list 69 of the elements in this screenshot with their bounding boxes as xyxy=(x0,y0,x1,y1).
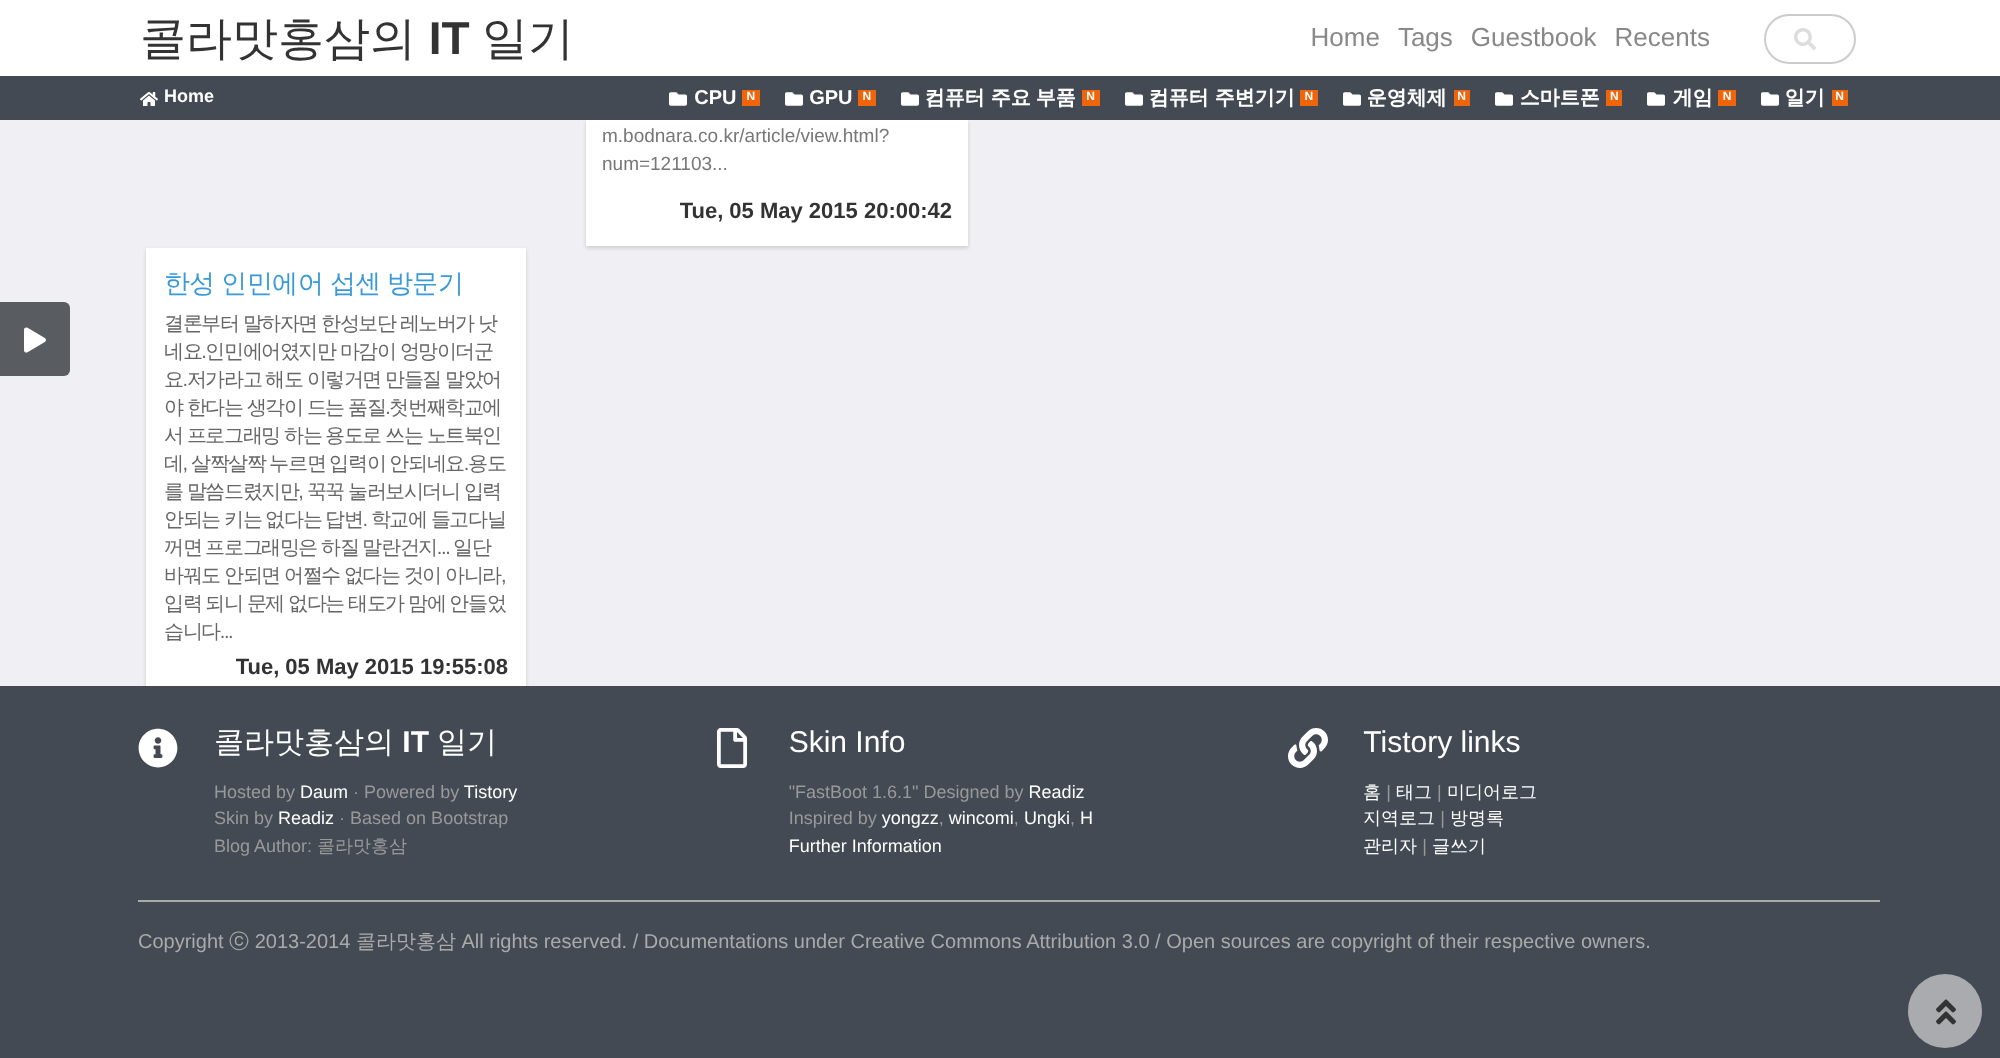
folder-icon xyxy=(783,89,804,107)
chain-link-icon xyxy=(1287,728,1328,768)
footer-text: · Powered by xyxy=(351,781,462,801)
footer-link[interactable]: wincomi xyxy=(948,808,1014,828)
footer-text: , xyxy=(938,808,946,828)
header-link[interactable]: Home xyxy=(1310,18,1380,58)
folder-icon xyxy=(1759,89,1780,107)
sidebar-toggle-button[interactable] xyxy=(0,302,70,376)
footer-link[interactable]: yongzz xyxy=(881,808,939,828)
home-icon xyxy=(140,89,158,107)
footer-link[interactable]: Ungki xyxy=(1023,808,1070,828)
post-date: Tue, 05 May 2015 19:55:08 xyxy=(233,655,508,681)
blog-title[interactable]: 콜라맛홍삼의 IT 일기 xyxy=(140,3,575,73)
footer-link[interactable]: 홈 xyxy=(1363,781,1382,801)
footer-text: , xyxy=(1013,808,1021,828)
play-icon xyxy=(24,325,46,353)
footer-heading: Tistory links xyxy=(1363,724,1523,764)
footer-heading: Skin Info xyxy=(788,724,908,764)
footer-link[interactable]: 관리자 xyxy=(1363,835,1418,855)
category-link[interactable]: 스마트폰 xyxy=(1519,83,1600,113)
category-link[interactable]: CPU xyxy=(694,83,737,113)
header-link[interactable]: Tags xyxy=(1397,18,1453,58)
footer-text: Inspired by xyxy=(788,808,879,828)
header-link[interactable]: Recents xyxy=(1614,18,1710,58)
category-link[interactable]: 운영체제 xyxy=(1367,83,1448,113)
post-excerpt: 결론부터 말하자면 한성보단 레노버가 낫네요.인민에어였지만 마감이 엉망이더군요.저가라고 해도 이렇거면 만들질 말았어야 한다는 생각이 드는 품질.첫번째학교에서 프로그래밍 하는 용도로 쓰는 노트북인데, 살짝살짝 누르면 입력이 안되네요.용도를 말씀드렸지만, 꾹꾹 눌러보시더니 입력안되는 키는 없다는 답변. 학교에 들고다닐꺼면 프로그래밍은 하질 말란건지... 일단 바꿔도 안되면 어쩔수 없다는 것이 아니라, 입력 되니 문제 없다는 태도가 맘에 안들었습니다... xyxy=(164,311,508,647)
folder-icon xyxy=(899,89,920,107)
footer-text: Skin by xyxy=(214,808,276,828)
copyright-text: Copyright ⓒ 2013-2014 콜라맛홍삼 All rights reserved. / Documentations under Creative Commons Attribution 3.0 / Open sources are copyright of their respective owners. xyxy=(138,929,1653,958)
footer-link[interactable]: 미디어로그 xyxy=(1446,781,1537,801)
footer-text: "FastBoot 1.6.1" Designed by xyxy=(788,781,1026,801)
footer-text: · Based on Bootstrap xyxy=(337,808,509,828)
category-link[interactable]: GPU xyxy=(809,83,853,113)
category-link[interactable]: 컴퓨터 주변기기 xyxy=(1149,83,1295,113)
search-field[interactable] xyxy=(1764,13,1856,63)
footer-link[interactable]: 태그 xyxy=(1396,781,1432,801)
footer-text: Hosted by xyxy=(214,781,298,801)
folder-icon xyxy=(1123,89,1143,107)
folder-icon xyxy=(1341,89,1362,107)
footer-text: | xyxy=(1435,781,1444,801)
category-link[interactable]: 일기 xyxy=(1785,83,1826,113)
folder-icon xyxy=(1646,89,1667,107)
folder-icon xyxy=(1493,89,1514,107)
footer-link[interactable]: Readiz xyxy=(278,808,335,828)
post-date: Tue, 05 May 2015 20:00:42 xyxy=(677,198,952,228)
folder-icon xyxy=(668,89,689,107)
footer-link[interactable]: 지역로그 xyxy=(1363,808,1436,828)
footer-link[interactable]: 글쓰기 xyxy=(1432,835,1486,855)
category-link[interactable]: 컴퓨터 주요 부품 xyxy=(925,83,1077,113)
info-icon xyxy=(138,728,178,768)
footer-link[interactable]: Further Information xyxy=(788,835,942,855)
footer-link[interactable]: Readiz xyxy=(1028,781,1085,801)
file-icon xyxy=(714,728,751,768)
footer-text: , xyxy=(1069,808,1077,828)
footer-heading: 콜라맛홍삼의 IT 일기 xyxy=(214,724,500,764)
footer-text: | xyxy=(1420,835,1429,855)
footer-text: | xyxy=(1438,808,1447,828)
category-link[interactable]: 게임 xyxy=(1672,83,1713,113)
home-link[interactable]: Home xyxy=(140,84,215,112)
search-icon xyxy=(1794,27,1816,49)
post-excerpt: m.bodnara.co.kr/article/view.html?num=121103... xyxy=(602,124,892,180)
footer-link[interactable]: 방명록 xyxy=(1450,808,1504,828)
footer-text: | xyxy=(1384,781,1393,801)
header-link[interactable]: Guestbook xyxy=(1470,18,1597,58)
footer-link[interactable]: Tistory xyxy=(463,781,518,801)
footer-link[interactable]: H xyxy=(1079,808,1093,828)
footer-text: Blog Author: 콜라맛홍삼 xyxy=(214,835,408,855)
scroll-top-button[interactable] xyxy=(1908,974,1982,1048)
footer-link[interactable]: Daum xyxy=(300,781,349,801)
